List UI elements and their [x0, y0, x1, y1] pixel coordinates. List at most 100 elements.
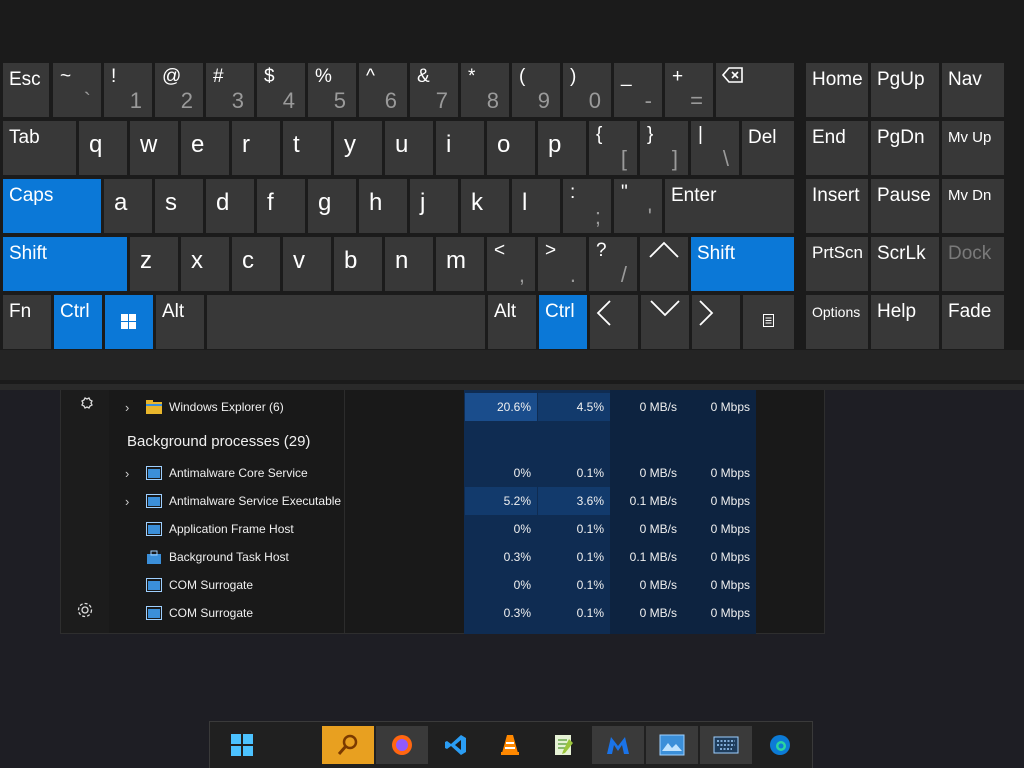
key-ctrl-left[interactable]: Ctrl: [54, 295, 102, 349]
key-arrow-up[interactable]: [640, 237, 688, 291]
key-space[interactable]: [207, 295, 485, 349]
key-k[interactable]: k: [461, 179, 509, 233]
chevron-right-icon[interactable]: ›: [125, 400, 135, 415]
key-3[interactable]: #3: [206, 63, 254, 117]
key-l[interactable]: l: [512, 179, 560, 233]
key-arrow-right[interactable]: [692, 295, 740, 349]
key-tab[interactable]: Tab: [3, 121, 76, 175]
key-windows[interactable]: [105, 295, 153, 349]
key-shift-left[interactable]: Shift: [3, 237, 127, 291]
process-row[interactable]: COM Surrogate 0.3% 0.1% 0 MB/s 0 Mbps: [109, 599, 824, 627]
key-menu[interactable]: [743, 295, 794, 349]
vscode-button[interactable]: [430, 726, 482, 764]
key-alt-right[interactable]: Alt: [488, 295, 536, 349]
key-ctrl-right[interactable]: Ctrl: [539, 295, 587, 349]
key-minus[interactable]: _ -: [614, 63, 662, 117]
process-row-windows-explorer[interactable]: › Windows Explorer (6) 20.6% 4.5% 0 MB/s…: [109, 393, 824, 421]
process-row[interactable]: COM Surrogate 0% 0.1% 0 MB/s 0 Mbps: [109, 571, 824, 599]
key-p[interactable]: p: [538, 121, 586, 175]
key-right-bracket[interactable]: }]: [640, 121, 688, 175]
key-scrlk[interactable]: ScrLk: [871, 237, 939, 291]
key-backspace[interactable]: [716, 63, 794, 117]
key-c[interactable]: c: [232, 237, 280, 291]
key-comma[interactable]: <,: [487, 237, 535, 291]
key-9[interactable]: (9: [512, 63, 560, 117]
key-slash[interactable]: ? /: [589, 237, 637, 291]
key-insert[interactable]: Insert: [806, 179, 868, 233]
key-enter[interactable]: Enter: [665, 179, 794, 233]
key-z[interactable]: z: [130, 237, 178, 291]
key-quote[interactable]: " ': [614, 179, 662, 233]
key-v[interactable]: v: [283, 237, 331, 291]
key-move-up[interactable]: Mv Up: [942, 121, 1004, 175]
start-button[interactable]: [216, 726, 268, 764]
search-button[interactable]: [322, 726, 374, 764]
key-q[interactable]: q: [79, 121, 127, 175]
process-row[interactable]: Background Task Host 0.3% 0.1% 0.1 MB/s …: [109, 543, 824, 571]
key-4[interactable]: $4: [257, 63, 305, 117]
key-f[interactable]: f: [257, 179, 305, 233]
key-arrow-left[interactable]: [590, 295, 638, 349]
key-h[interactable]: h: [359, 179, 407, 233]
key-move-down[interactable]: Mv Dn: [942, 179, 1004, 233]
key-2[interactable]: @2: [155, 63, 203, 117]
key-6[interactable]: ^ 6: [359, 63, 407, 117]
key-esc[interactable]: Esc: [3, 63, 49, 117]
chevron-right-icon[interactable]: ›: [125, 494, 135, 509]
firefox-button[interactable]: [376, 726, 428, 764]
key-g[interactable]: g: [308, 179, 356, 233]
key-help[interactable]: Help: [871, 295, 939, 349]
key-arrow-down[interactable]: [641, 295, 689, 349]
key-d[interactable]: d: [206, 179, 254, 233]
key-period[interactable]: >.: [538, 237, 586, 291]
key-end[interactable]: End: [806, 121, 868, 175]
malwarebytes-button[interactable]: [592, 726, 644, 764]
key-w[interactable]: w: [130, 121, 178, 175]
edge-button[interactable]: [754, 726, 806, 764]
key-shift-right[interactable]: Shift: [691, 237, 794, 291]
process-row[interactable]: Application Frame Host 0% 0.1% 0 MB/s 0 …: [109, 515, 824, 543]
chevron-right-icon[interactable]: ›: [125, 466, 135, 481]
key-dock[interactable]: Dock: [942, 237, 1004, 291]
key-5[interactable]: % 5: [308, 63, 356, 117]
key-e[interactable]: e: [181, 121, 229, 175]
key-equals[interactable]: + =: [665, 63, 713, 117]
key-s[interactable]: s: [155, 179, 203, 233]
key-0[interactable]: ) 0: [563, 63, 611, 117]
key-pgdn[interactable]: PgDn: [871, 121, 939, 175]
key-i[interactable]: i: [436, 121, 484, 175]
key-a[interactable]: a: [104, 179, 152, 233]
key-pgup[interactable]: PgUp: [871, 63, 939, 117]
process-row[interactable]: › Antimalware Core Service 0% 0.1% 0 MB/…: [109, 459, 824, 487]
on-screen-keyboard-button[interactable]: [700, 726, 752, 764]
photos-button[interactable]: [646, 726, 698, 764]
key-m[interactable]: m: [436, 237, 484, 291]
key-nav[interactable]: Nav: [942, 63, 1004, 117]
key-o[interactable]: o: [487, 121, 535, 175]
key-t[interactable]: t: [283, 121, 331, 175]
key-b[interactable]: b: [334, 237, 382, 291]
key-fn[interactable]: Fn: [3, 295, 51, 349]
key-x[interactable]: x: [181, 237, 229, 291]
key-options[interactable]: Options: [806, 295, 868, 349]
key-backslash[interactable]: | \: [691, 121, 739, 175]
key-alt-left[interactable]: Alt: [156, 295, 204, 349]
notepad-plus-button[interactable]: [538, 726, 590, 764]
key-del[interactable]: Del: [742, 121, 794, 175]
key-r[interactable]: r: [232, 121, 280, 175]
key-left-bracket[interactable]: {[: [589, 121, 637, 175]
key-home[interactable]: Home: [806, 63, 868, 117]
key-caps[interactable]: Caps: [3, 179, 101, 233]
key-n[interactable]: n: [385, 237, 433, 291]
key-8[interactable]: * 8: [461, 63, 509, 117]
key-1[interactable]: ! 1: [104, 63, 152, 117]
key-j[interactable]: j: [410, 179, 458, 233]
services-icon[interactable]: [75, 395, 95, 415]
key-pause[interactable]: Pause: [871, 179, 939, 233]
settings-gear-icon[interactable]: [75, 600, 95, 620]
key-fade[interactable]: Fade: [942, 295, 1004, 349]
key-y[interactable]: y: [334, 121, 382, 175]
key-u[interactable]: u: [385, 121, 433, 175]
key-prtscn[interactable]: PrtScn: [806, 237, 868, 291]
key-7[interactable]: & 7: [410, 63, 458, 117]
